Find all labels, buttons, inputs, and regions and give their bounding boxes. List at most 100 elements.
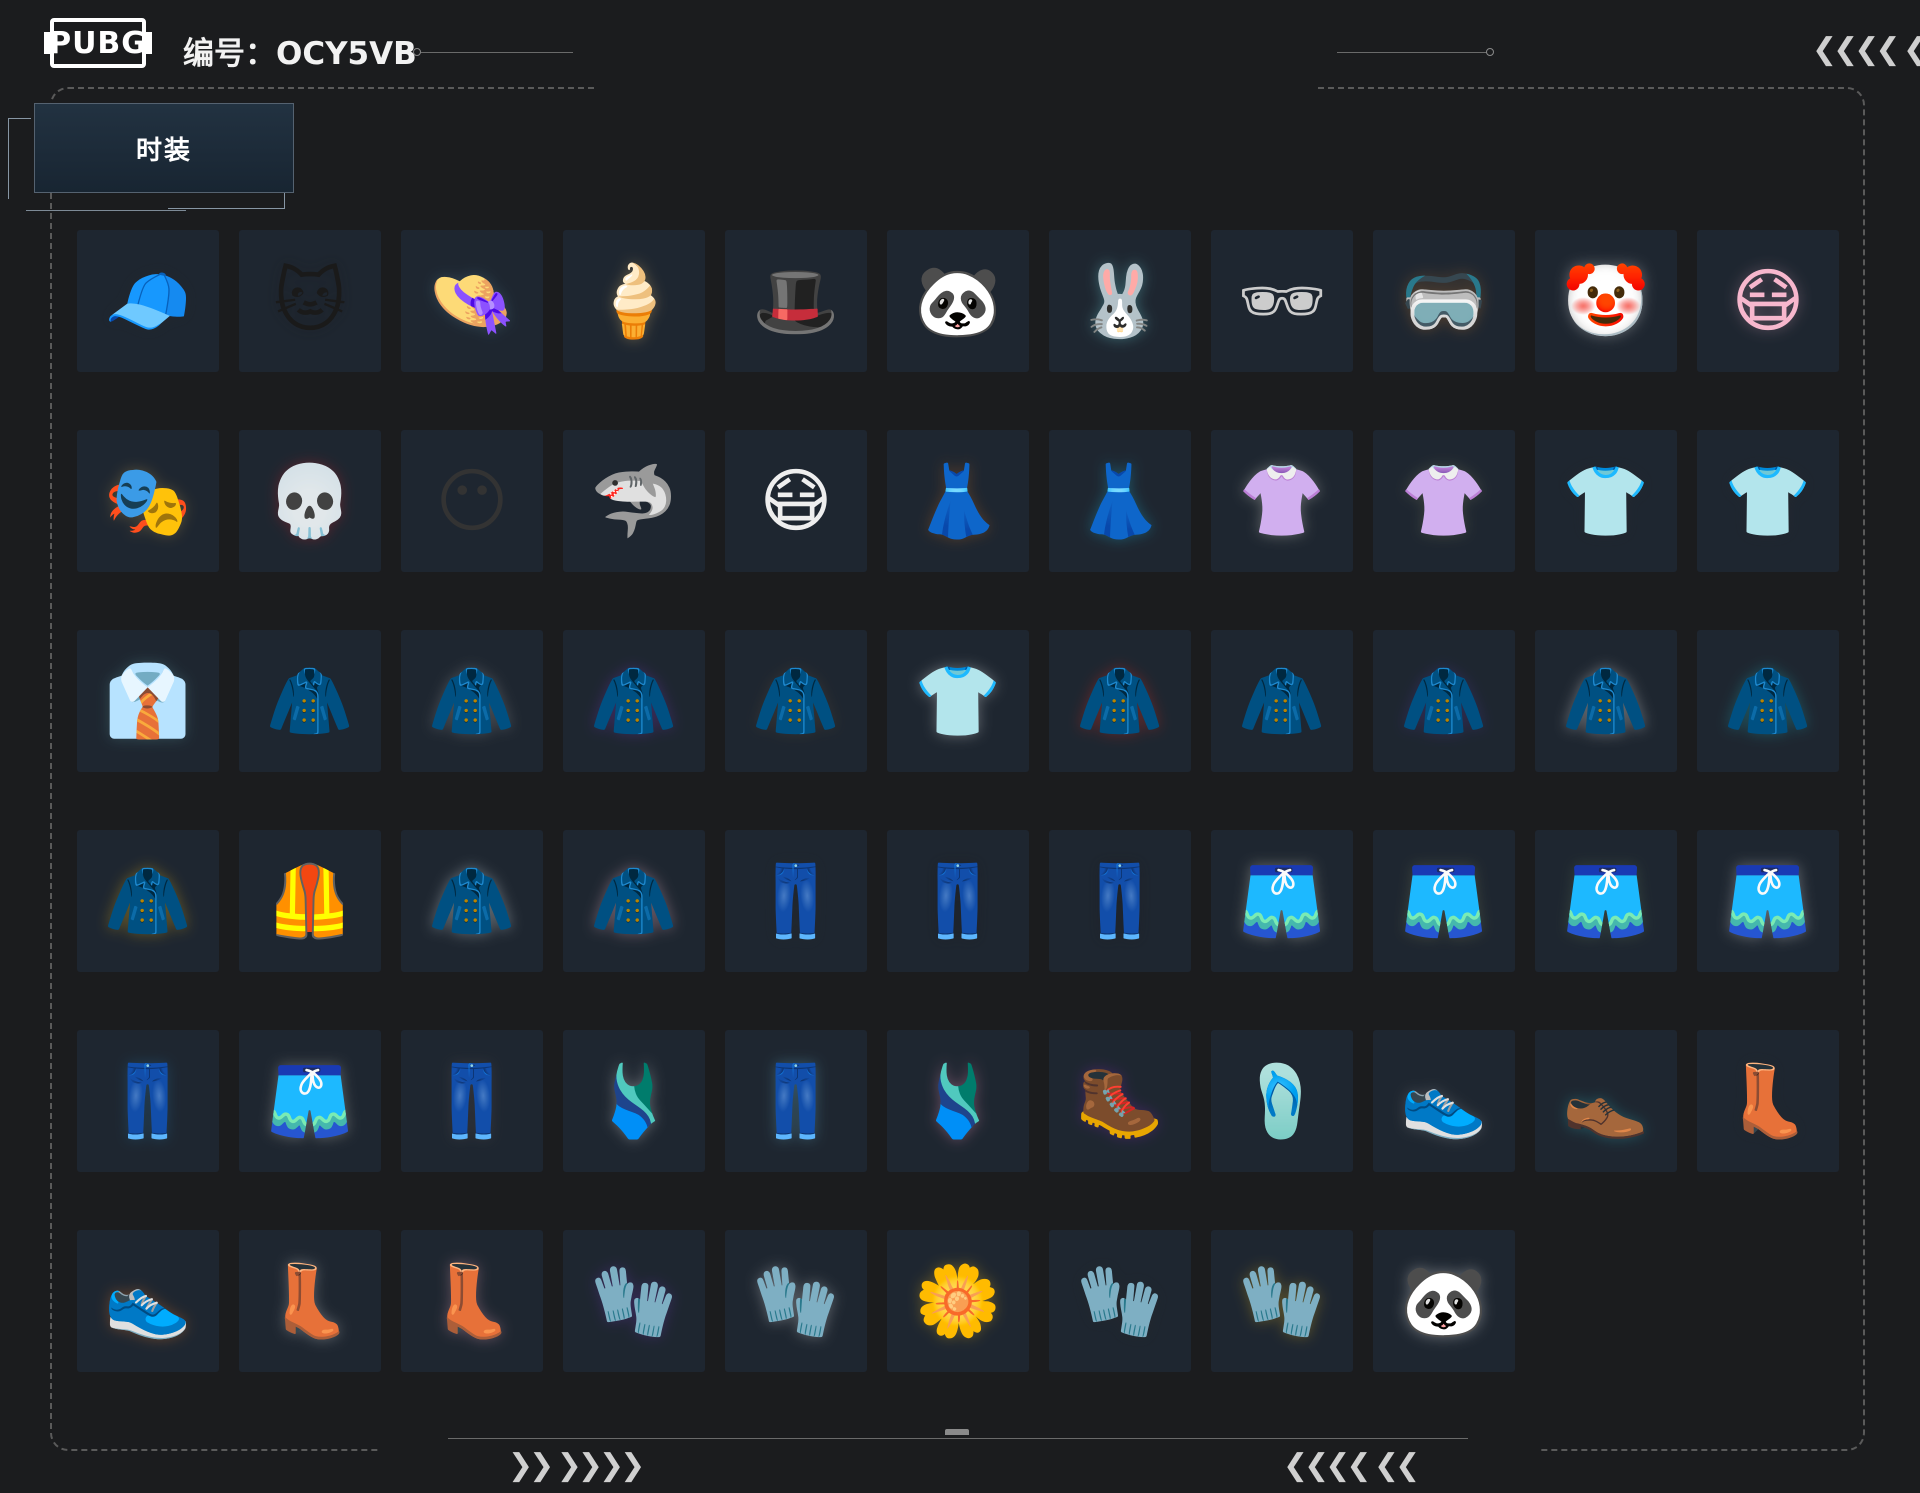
white-bunny-tshirt-icon: 👕: [914, 660, 1002, 742]
item-slot[interactable]: 👗: [887, 430, 1029, 572]
pink-face-mask-icon: 😷: [1731, 260, 1805, 342]
teal-clogs-icon: 👞: [1562, 1060, 1650, 1142]
black-baseball-cap-icon: 🧢: [104, 260, 192, 342]
item-slot[interactable]: 👕: [1697, 430, 1839, 572]
item-slot[interactable]: 🧤: [563, 1230, 705, 1372]
item-slot[interactable]: 🧥: [1049, 630, 1191, 772]
item-slot[interactable]: 🧥: [401, 630, 543, 772]
header-line-right: [1337, 52, 1487, 53]
item-slot[interactable]: 👢: [1697, 1030, 1839, 1172]
clown-mask-goggles-icon: 🤡: [1562, 260, 1650, 342]
item-slot[interactable]: 👖: [887, 830, 1029, 972]
item-slot[interactable]: 👖: [77, 1030, 219, 1172]
tab-fashion-label: 时装: [135, 135, 192, 166]
item-slot[interactable]: 🤡: [1535, 230, 1677, 372]
teal-gradient-hoodie-icon: 🧥: [1724, 660, 1812, 742]
item-slot[interactable]: 🧤: [1211, 1230, 1353, 1372]
item-slot[interactable]: 🩱: [887, 1030, 1029, 1172]
item-slot[interactable]: 👒: [401, 230, 543, 372]
orange-tie-dye-romper-icon: 👗: [914, 460, 1002, 542]
item-slot[interactable]: 😷: [725, 430, 867, 572]
item-slot[interactable]: 🦈: [563, 430, 705, 572]
item-slot[interactable]: 🧥: [1697, 630, 1839, 772]
purple-black-gloves-icon: 🧤: [590, 1260, 678, 1342]
item-slot[interactable]: 👗: [1049, 430, 1191, 572]
white-shorts-icon: 🩳: [1238, 860, 1326, 942]
item-slot[interactable]: 🧤: [725, 1230, 867, 1372]
line-dot-icon: [413, 48, 421, 56]
item-slot[interactable]: 🦺: [239, 830, 381, 972]
item-slot[interactable]: 🩳: [1535, 830, 1677, 972]
tab-underline: [26, 210, 186, 211]
item-slot[interactable]: 👟: [77, 1230, 219, 1372]
item-slot[interactable]: 🧤: [1049, 1230, 1191, 1372]
tab-fashion[interactable]: 时装: [34, 103, 294, 193]
item-slot[interactable]: 👖: [725, 830, 867, 972]
item-grid: 🧢 🐱 👒 🍦 🎩 🐼 🐰 🕶 🥽 🤡 😷 🎭 💀 😶 🦈 😷 👗 👗 👚 👚 👕 👕 👔 🧥 🧥 🧥 🧥 👕 🧥 🧥 🧥 🧥 🧥 🧥 🦺 🧥 🧥 👖 👖 👖…: [77, 230, 1839, 1375]
item-slot[interactable]: 🧥: [1211, 630, 1353, 772]
item-slot[interactable]: 👖: [1049, 830, 1191, 972]
green-denim-shorts-icon: 🩳: [1562, 860, 1650, 942]
item-slot[interactable]: 🩳: [1697, 830, 1839, 972]
item-slot[interactable]: 🧥: [1373, 630, 1515, 772]
item-slot[interactable]: 🧥: [401, 830, 543, 972]
item-slot[interactable]: 🩴: [1211, 1030, 1353, 1172]
item-slot[interactable]: 🧥: [239, 630, 381, 772]
item-slot[interactable]: 👔: [77, 630, 219, 772]
tab-bracket: [8, 118, 31, 199]
item-slot[interactable]: 🧥: [77, 830, 219, 972]
item-slot[interactable]: 🥽: [1373, 230, 1515, 372]
item-slot[interactable]: 👟: [1373, 1030, 1515, 1172]
item-slot[interactable]: 🐼: [887, 230, 1029, 372]
item-slot[interactable]: 🍦: [563, 230, 705, 372]
item-slot[interactable]: 👢: [401, 1230, 543, 1372]
item-slot[interactable]: 🕶: [1211, 230, 1353, 372]
item-slot[interactable]: 🐱: [239, 230, 381, 372]
item-slot[interactable]: 🧥: [1535, 630, 1677, 772]
item-slot[interactable]: 🩳: [1373, 830, 1515, 972]
white-teal-gloves-icon: 🧤: [752, 1260, 840, 1342]
yellow-white-jacket-icon: 🧥: [104, 860, 192, 942]
item-slot[interactable]: 🐰: [1049, 230, 1191, 372]
item-slot[interactable]: 🧢: [77, 230, 219, 372]
item-slot[interactable]: 💀: [239, 430, 381, 572]
bucket-hat-icon: 👒: [428, 260, 516, 342]
floral-shorts-icon: 🩳: [1400, 860, 1488, 942]
black-bodysuit-icon: 🦺: [266, 860, 354, 942]
serial-number: 编号：OCY5VB: [183, 28, 417, 73]
black-cat-beanie-icon: 🐱: [273, 260, 347, 342]
item-slot[interactable]: 🧥: [725, 630, 867, 772]
red-skull-mask-icon: 💀: [266, 460, 354, 542]
item-slot[interactable]: 👚: [1211, 430, 1353, 572]
scroll-indicator[interactable]: [945, 1429, 969, 1435]
item-slot[interactable]: 😷: [1697, 230, 1839, 372]
pubg-logo: PUBG: [44, 18, 152, 68]
panda-gloves-icon: 🐼: [1400, 1260, 1488, 1342]
purple-boots-icon: 🥾: [1076, 1060, 1164, 1142]
black-wide-hat-icon: 🎩: [752, 260, 840, 342]
item-slot[interactable]: 🩳: [239, 1030, 381, 1172]
item-slot[interactable]: 🐼: [1373, 1230, 1515, 1372]
item-slot[interactable]: 👖: [725, 1030, 867, 1172]
item-slot[interactable]: 👢: [239, 1230, 381, 1372]
item-slot[interactable]: 👕: [1535, 430, 1677, 572]
item-slot[interactable]: 🥾: [1049, 1030, 1191, 1172]
item-slot[interactable]: 🌼: [887, 1230, 1029, 1372]
item-slot[interactable]: 👞: [1535, 1030, 1677, 1172]
gold-horned-mask-icon: 🎭: [104, 460, 192, 542]
item-slot[interactable]: 👖: [401, 1030, 543, 1172]
item-slot[interactable]: 🎭: [77, 430, 219, 572]
item-slot[interactable]: 👕: [887, 630, 1029, 772]
item-slot[interactable]: 🧥: [563, 630, 705, 772]
item-slot[interactable]: 🩳: [1211, 830, 1353, 972]
item-slot[interactable]: 🩱: [563, 1030, 705, 1172]
item-slot[interactable]: 😶: [401, 430, 543, 572]
orange-high-top-sneakers-icon: 👟: [104, 1260, 192, 1342]
item-slot[interactable]: 👚: [1373, 430, 1515, 572]
serial-value: OCY5VB: [276, 36, 417, 72]
item-slot[interactable]: 🎩: [725, 230, 867, 372]
item-slot[interactable]: 🧥: [563, 830, 705, 972]
red-varsity-jacket-icon: 🧥: [1076, 660, 1164, 742]
blue-patched-jeans-icon: 👖: [104, 1060, 192, 1142]
white-pleated-skirt-icon: 🩱: [590, 1060, 678, 1142]
